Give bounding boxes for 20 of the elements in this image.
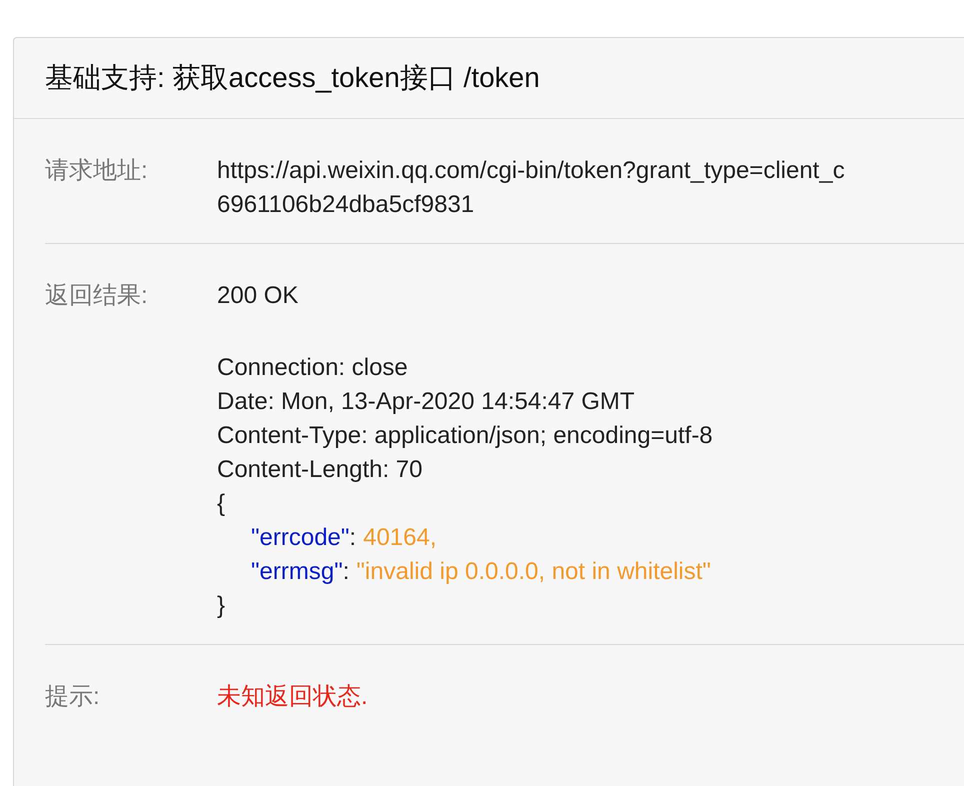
json-value: 40164, — [363, 523, 436, 553]
request-url: https://api.weixin.qq.com/cgi-bin/token?grant_type=client_c — [217, 156, 845, 186]
field-label: 请求地址: — [45, 156, 149, 186]
status-text: 200 OK — [217, 281, 300, 311]
panel-title: 基础支持: 获取access_token接口 /token — [45, 61, 540, 95]
response-header: Connection: close — [217, 353, 409, 383]
hint-message: 未知返回状态. — [217, 682, 368, 712]
json-key: "errcode" — [251, 522, 350, 554]
field-label: 提示: — [45, 682, 101, 712]
json-key: "errmsg" — [251, 556, 343, 588]
response-header: Content-Type: application/json; encoding=utf-8 — [217, 421, 713, 451]
json-brace: { — [217, 489, 226, 519]
json-brace: } — [217, 591, 226, 621]
json-colon: : — [349, 523, 356, 553]
request-url: 6961106b24dba5cf9831 — [217, 190, 476, 220]
field-label: 返回结果: — [45, 281, 149, 311]
response-header: Content-Length: 70 — [217, 455, 424, 485]
json-value: "invalid ip 0.0.0.0, not in whitelist" — [356, 557, 711, 587]
response-header: Date: Mon, 13-Apr-2020 14:54:47 GMT — [217, 387, 636, 417]
json-colon: : — [342, 557, 350, 587]
